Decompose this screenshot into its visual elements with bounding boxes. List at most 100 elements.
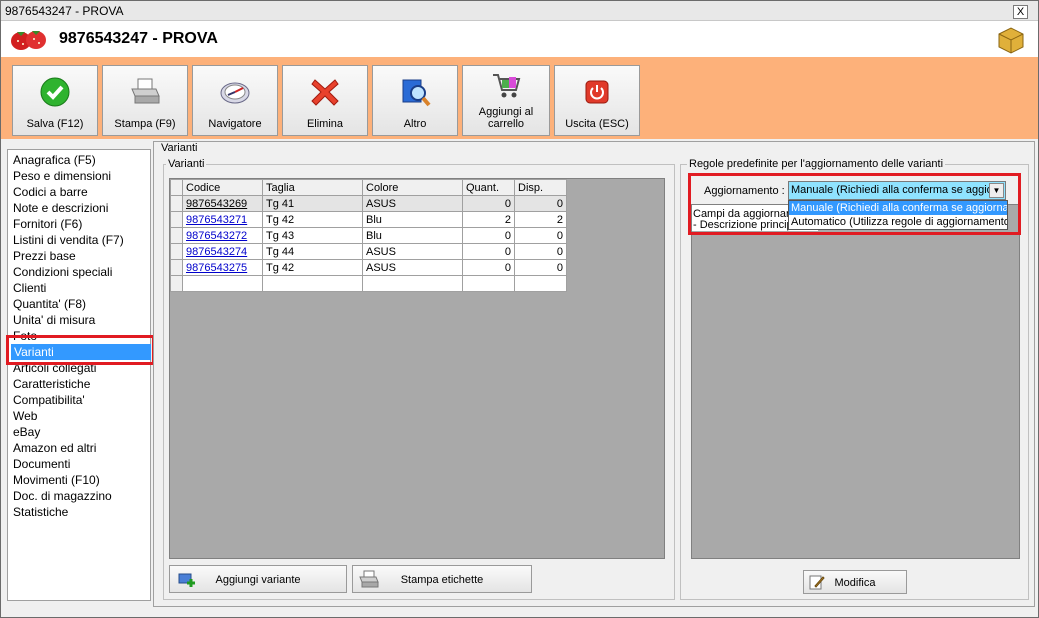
table-cell[interactable]: 9876543272 bbox=[182, 227, 263, 244]
table-cell[interactable]: 0 bbox=[514, 243, 567, 260]
fields-grid: Campi da aggiornare - Descrizione princi… bbox=[691, 204, 1020, 559]
table-cell[interactable]: 0 bbox=[462, 243, 515, 260]
sidebar-item[interactable]: Caratteristiche bbox=[13, 376, 90, 392]
sidebar-item[interactable]: Statistiche bbox=[13, 504, 68, 520]
table-cell[interactable]: 9876543275 bbox=[182, 259, 263, 276]
magnifier-book-icon bbox=[402, 79, 431, 107]
table-row[interactable]: 9876543272 Tg 43 Blu 0 0 bbox=[170, 227, 567, 244]
table-cell[interactable]: Tg 43 bbox=[262, 227, 363, 244]
variant-code-link[interactable]: 9876543271 bbox=[186, 214, 247, 226]
table-cell: 0 bbox=[504, 261, 511, 274]
table-cell[interactable] bbox=[170, 275, 183, 292]
row-header[interactable] bbox=[170, 259, 183, 276]
navigator-button[interactable]: Navigatore bbox=[192, 65, 278, 136]
table-cell: 2 bbox=[504, 213, 511, 226]
table-row-empty[interactable] bbox=[170, 275, 567, 292]
table-cell[interactable]: Blu bbox=[362, 227, 463, 244]
table-cell[interactable]: 0 bbox=[514, 227, 567, 244]
sidebar-item[interactable]: Web bbox=[13, 408, 37, 424]
sidebar-item[interactable]: Listini di vendita (F7) bbox=[13, 232, 124, 248]
highlight-box-sidebar bbox=[6, 335, 155, 365]
table-cell[interactable] bbox=[182, 275, 263, 292]
column-header[interactable]: Codice bbox=[182, 179, 263, 196]
table-cell: 0 bbox=[504, 245, 511, 258]
column-header[interactable]: Taglia bbox=[262, 179, 363, 196]
table-cell[interactable] bbox=[514, 275, 567, 292]
table-row[interactable]: 9876543269 Tg 41 ASUS 0 0 bbox=[170, 195, 567, 212]
row-header[interactable] bbox=[170, 211, 183, 228]
table-cell[interactable]: 9876543271 bbox=[182, 211, 263, 228]
table-cell[interactable]: Tg 41 bbox=[262, 195, 363, 212]
power-icon bbox=[585, 80, 609, 104]
row-header[interactable] bbox=[170, 195, 183, 212]
sidebar-item[interactable]: Movimenti (F10) bbox=[13, 472, 100, 488]
table-row[interactable]: 9876543271 Tg 42 Blu 2 2 bbox=[170, 211, 567, 228]
table-cell[interactable]: 2 bbox=[462, 211, 515, 228]
table-cell: Tg 42 bbox=[266, 261, 295, 274]
printer-icon bbox=[131, 78, 160, 104]
delete-label: Elimina bbox=[306, 118, 344, 130]
table-cell[interactable]: Tg 42 bbox=[262, 211, 363, 228]
close-button[interactable]: X bbox=[1013, 5, 1028, 19]
column-header[interactable]: Disp. bbox=[514, 179, 567, 196]
sidebar-item[interactable]: Codici a barre bbox=[13, 184, 88, 200]
table-cell[interactable]: Tg 44 bbox=[262, 243, 363, 260]
sidebar-item[interactable]: Compatibilita' bbox=[13, 392, 85, 408]
sidebar-item[interactable]: Unita' di misura bbox=[13, 312, 95, 328]
table-cell: Tg 42 bbox=[266, 213, 295, 226]
save-button[interactable]: Salva (F12) bbox=[12, 65, 98, 136]
variant-code-link[interactable]: 9876543275 bbox=[186, 262, 247, 274]
table-cell[interactable]: ASUS bbox=[362, 195, 463, 212]
print-button[interactable]: Stampa (F9) bbox=[102, 65, 188, 136]
sidebar-item[interactable]: Peso e dimensioni bbox=[13, 168, 111, 184]
table-cell[interactable]: 9876543269 bbox=[182, 195, 263, 212]
table-cell[interactable] bbox=[362, 275, 463, 292]
sidebar-item[interactable]: Clienti bbox=[13, 280, 46, 296]
compass-icon bbox=[220, 82, 250, 104]
table-cell[interactable]: 0 bbox=[462, 227, 515, 244]
table-row[interactable]: 9876543275 Tg 42 ASUS 0 0 bbox=[170, 259, 567, 276]
table-cell[interactable]: ASUS bbox=[362, 243, 463, 260]
variant-code-link[interactable]: 9876543272 bbox=[186, 230, 247, 242]
variant-code-link[interactable]: 9876543274 bbox=[186, 246, 247, 258]
sidebar-item[interactable]: eBay bbox=[13, 424, 40, 440]
sidebar-item[interactable]: Prezzi base bbox=[13, 248, 76, 264]
add-to-cart-label: Aggiungi al carrello bbox=[478, 106, 534, 130]
exit-button[interactable]: Uscita (ESC) bbox=[554, 65, 640, 136]
edit-label: Modifica bbox=[834, 577, 876, 589]
row-header[interactable] bbox=[170, 227, 183, 244]
sidebar-menu: Anagrafica (F5) Peso e dimensioni Codici a… bbox=[7, 149, 151, 601]
sidebar-item[interactable]: Note e descrizioni bbox=[13, 200, 108, 216]
table-cell: 0 bbox=[556, 197, 563, 210]
add-to-cart-button[interactable]: Aggiungi al carrello bbox=[462, 65, 550, 136]
add-variant-button[interactable]: Aggiungi variante bbox=[169, 565, 347, 593]
sidebar-item[interactable]: Documenti bbox=[13, 456, 70, 472]
more-button[interactable]: Altro bbox=[372, 65, 458, 136]
exit-label: Uscita (ESC) bbox=[565, 118, 629, 130]
sidebar-item[interactable]: Anagrafica (F5) bbox=[13, 152, 96, 168]
edit-button[interactable]: Modifica bbox=[803, 570, 907, 594]
sidebar-item[interactable]: Doc. di magazzino bbox=[13, 488, 112, 504]
table-row[interactable]: 9876543274 Tg 44 ASUS 0 0 bbox=[170, 243, 567, 260]
table-cell[interactable]: 9876543274 bbox=[182, 243, 263, 260]
sidebar-item[interactable]: Amazon ed altri bbox=[13, 440, 96, 456]
table-cell[interactable]: 0 bbox=[514, 195, 567, 212]
sidebar-item[interactable]: Fornitori (F6) bbox=[13, 216, 82, 232]
delete-button[interactable]: Elimina bbox=[282, 65, 368, 136]
table-cell[interactable]: 0 bbox=[462, 259, 515, 276]
column-header[interactable]: Colore bbox=[362, 179, 463, 196]
print-labels-button[interactable]: Stampa etichette bbox=[352, 565, 532, 593]
variant-code-link[interactable]: 9876543269 bbox=[186, 198, 247, 210]
sidebar-item[interactable]: Quantita' (F8) bbox=[13, 296, 86, 312]
table-cell[interactable]: Tg 42 bbox=[262, 259, 363, 276]
column-header[interactable]: Quant. bbox=[462, 179, 515, 196]
row-header[interactable] bbox=[170, 243, 183, 260]
table-cell[interactable]: ASUS bbox=[362, 259, 463, 276]
sidebar-item[interactable]: Condizioni speciali bbox=[13, 264, 112, 280]
table-cell[interactable]: 0 bbox=[514, 259, 567, 276]
table-cell[interactable] bbox=[262, 275, 363, 292]
table-cell[interactable]: 0 bbox=[462, 195, 515, 212]
table-cell[interactable]: Blu bbox=[362, 211, 463, 228]
table-cell[interactable]: 2 bbox=[514, 211, 567, 228]
table-cell[interactable] bbox=[462, 275, 515, 292]
